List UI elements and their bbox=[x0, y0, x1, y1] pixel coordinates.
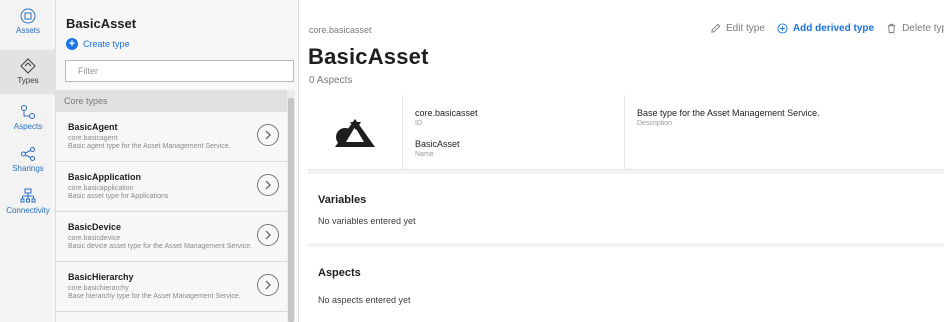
type-description-value: Base type for the Asset Management Servi… bbox=[637, 108, 820, 118]
type-list: BasicAgent core.basicagent Basic agent t… bbox=[56, 112, 287, 322]
rail-item-aspects[interactable]: Aspects bbox=[0, 104, 56, 131]
open-item-button[interactable] bbox=[257, 124, 279, 146]
type-name-value: BasicAsset bbox=[415, 139, 460, 149]
aspects-heading: Aspects bbox=[318, 267, 361, 279]
trash-icon bbox=[887, 23, 896, 34]
list-scrollbar[interactable] bbox=[287, 90, 295, 322]
create-type-button[interactable]: + Create type bbox=[66, 38, 130, 50]
chevron-right-icon bbox=[265, 280, 271, 290]
scrollbar-thumb[interactable] bbox=[288, 98, 294, 322]
type-list-panel: BasicAsset + Create type Core types Basi… bbox=[56, 0, 299, 322]
chevron-right-icon bbox=[265, 130, 271, 140]
open-item-button[interactable] bbox=[257, 224, 279, 246]
nav-rail: Assets Types Aspects Sharings Connectivi… bbox=[0, 0, 56, 322]
create-type-label: Create type bbox=[83, 39, 130, 49]
list-item-id: core.basicagent bbox=[68, 135, 118, 142]
edit-type-label: Edit type bbox=[726, 23, 765, 34]
sharings-icon bbox=[21, 147, 35, 161]
rail-label-connectivity: Connectivity bbox=[6, 206, 50, 215]
basic-asset-logo-icon bbox=[335, 118, 375, 147]
list-item-title: BasicHierarchy bbox=[68, 272, 134, 282]
breadcrumb: core.basicasset bbox=[309, 25, 372, 35]
aspects-empty-text: No aspects entered yet bbox=[318, 295, 411, 305]
list-item-description: Basic device asset type for the Asset Ma… bbox=[68, 243, 253, 250]
assets-icon bbox=[20, 8, 36, 24]
rail-label-sharings: Sharings bbox=[12, 164, 44, 173]
chevron-right-icon bbox=[265, 180, 271, 190]
open-item-button[interactable] bbox=[257, 274, 279, 296]
list-item[interactable]: BasicApplication core.basicapplication B… bbox=[56, 162, 287, 212]
type-detail: core.basicasset BasicAsset 0 Aspects Edi… bbox=[300, 0, 944, 322]
aspect-count: 0 Aspects bbox=[309, 75, 353, 86]
plus-circle-icon: + bbox=[66, 38, 78, 50]
rail-item-types[interactable]: Types bbox=[0, 50, 56, 94]
toolbar: Edit type Add derived type Delete type bbox=[710, 23, 944, 34]
list-item-description: Basic asset type for Applications bbox=[68, 193, 169, 200]
filter-input[interactable] bbox=[65, 60, 294, 82]
list-item-id: core.basicapplication bbox=[68, 185, 134, 192]
list-item-title: BasicApplication bbox=[68, 172, 142, 182]
type-description-column: Base type for the Asset Management Servi… bbox=[625, 95, 944, 170]
list-item-id: core.basicdevice bbox=[68, 235, 121, 242]
rail-label-types: Types bbox=[17, 76, 39, 85]
variables-section: Variables No variables entered yet bbox=[308, 174, 944, 243]
aspects-section: Aspects No aspects entered yet bbox=[308, 247, 944, 322]
type-description-caption: Description bbox=[637, 120, 673, 127]
delete-type-label: Delete type bbox=[902, 23, 944, 34]
type-id-value: core.basicasset bbox=[415, 108, 478, 118]
plus-circle-icon bbox=[777, 23, 788, 34]
edit-type-button[interactable]: Edit type bbox=[710, 23, 765, 34]
variables-empty-text: No variables entered yet bbox=[318, 216, 416, 226]
group-header-core-types: Core types bbox=[56, 90, 287, 112]
page-title: BasicAsset bbox=[308, 44, 429, 69]
rail-item-assets[interactable]: Assets bbox=[0, 8, 56, 35]
list-item-title: BasicAgent bbox=[68, 122, 118, 132]
rail-item-sharings[interactable]: Sharings bbox=[0, 146, 56, 173]
types-icon bbox=[20, 58, 36, 74]
type-logo bbox=[308, 95, 403, 170]
list-item-id: core.basichierarchy bbox=[68, 285, 129, 292]
type-info-card: core.basicasset ID BasicAsset Name Base … bbox=[308, 95, 944, 170]
type-id-caption: ID bbox=[415, 120, 422, 127]
rail-label-aspects: Aspects bbox=[13, 122, 43, 131]
list-item[interactable]: BasicDevice core.basicdevice Basic devic… bbox=[56, 212, 287, 262]
list-item-description: Basic agent type for the Asset Managemen… bbox=[68, 143, 231, 150]
rail-item-connectivity[interactable]: Connectivity bbox=[0, 188, 56, 215]
list-item[interactable]: BasicHierarchy core.basichierarchy Base … bbox=[56, 262, 287, 312]
add-derived-type-button[interactable]: Add derived type bbox=[777, 23, 874, 34]
type-name-caption: Name bbox=[415, 151, 434, 158]
aspects-icon bbox=[21, 105, 35, 119]
pencil-icon bbox=[711, 23, 721, 33]
panel-title: BasicAsset bbox=[66, 16, 137, 31]
type-id-name-column: core.basicasset ID BasicAsset Name bbox=[403, 95, 625, 170]
list-item-description: Base hierarchy type for the Asset Manage… bbox=[68, 293, 241, 300]
list-item-title: BasicDevice bbox=[68, 222, 122, 232]
rail-label-assets: Assets bbox=[15, 26, 40, 35]
open-item-button[interactable] bbox=[257, 174, 279, 196]
add-derived-type-label: Add derived type bbox=[792, 23, 875, 34]
connectivity-icon bbox=[20, 188, 36, 203]
variables-heading: Variables bbox=[318, 194, 367, 206]
delete-type-button[interactable]: Delete type bbox=[886, 23, 944, 34]
list-item[interactable]: BasicAgent core.basicagent Basic agent t… bbox=[56, 112, 287, 162]
detail-content: core.basicasset ID BasicAsset Name Base … bbox=[308, 95, 944, 322]
chevron-right-icon bbox=[265, 230, 271, 240]
